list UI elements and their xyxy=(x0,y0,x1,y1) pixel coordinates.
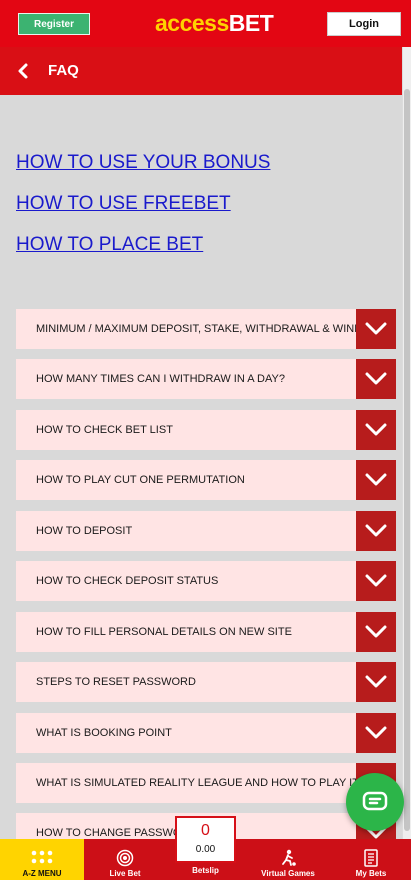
faq-question: HOW TO CHECK BET LIST xyxy=(36,424,173,436)
nav-live-bet[interactable]: Live Bet xyxy=(84,839,166,880)
logo-part-access: access xyxy=(155,10,229,36)
chat-button[interactable] xyxy=(346,773,404,831)
grid-dots-icon xyxy=(31,850,53,864)
faq-question: STEPS TO RESET PASSWORD xyxy=(36,676,196,688)
page-title: FAQ xyxy=(48,62,79,79)
chevron-down-icon[interactable] xyxy=(356,662,396,702)
faq-question: MINIMUM / MAXIMUM DEPOSIT, STAKE, WITHDR… xyxy=(36,323,382,335)
link-use-freebet[interactable]: HOW TO USE FREEBET xyxy=(16,193,231,215)
faq-item[interactable]: HOW TO CHECK DEPOSIT STATUS xyxy=(16,561,396,601)
chevron-down-icon[interactable] xyxy=(356,309,396,349)
faq-question: HOW TO DEPOSIT xyxy=(36,525,133,537)
faq-item[interactable]: HOW MANY TIMES CAN I WITHDRAW IN A DAY? xyxy=(16,359,396,399)
betslip-count: 0 xyxy=(201,822,210,839)
chevron-down-icon[interactable] xyxy=(356,713,396,753)
faq-question: HOW TO CHECK DEPOSIT STATUS xyxy=(36,575,219,587)
chevron-down-icon[interactable] xyxy=(356,410,396,450)
nav-az-menu[interactable]: A-Z MENU xyxy=(0,839,84,880)
faq-question: HOW MANY TIMES CAN I WITHDRAW IN A DAY? xyxy=(36,373,285,385)
back-arrow-icon[interactable] xyxy=(16,62,30,80)
nav-label: My Bets xyxy=(355,869,387,878)
faq-question: HOW TO FILL PERSONAL DETAILS ON NEW SITE xyxy=(36,626,292,638)
faq-item[interactable]: HOW TO PLAY CUT ONE PERMUTATION xyxy=(16,460,396,500)
link-place-bet[interactable]: HOW TO PLACE BET xyxy=(16,234,203,256)
betslip-counter[interactable]: 0 0.00 xyxy=(175,816,236,863)
live-icon xyxy=(116,849,134,867)
scrollbar[interactable] xyxy=(402,47,411,839)
faq-item[interactable]: HOW TO CHECK BET LIST xyxy=(16,410,396,450)
register-button[interactable]: Register xyxy=(18,13,90,35)
scrollbar-thumb[interactable] xyxy=(404,89,410,831)
faq-question: WHAT IS SIMULATED REALITY LEAGUE AND HOW… xyxy=(36,777,359,789)
faq-item[interactable]: STEPS TO RESET PASSWORD xyxy=(16,662,396,702)
bet-slip-list-icon xyxy=(364,849,378,867)
nav-my-bets[interactable]: My Bets xyxy=(331,839,411,880)
faq-item[interactable]: WHAT IS SIMULATED REALITY LEAGUE AND HOW… xyxy=(16,763,396,803)
faq-question: WHAT IS BOOKING POINT xyxy=(36,727,172,739)
chevron-down-icon[interactable] xyxy=(356,460,396,500)
link-use-bonus[interactable]: HOW TO USE YOUR BONUS xyxy=(16,152,270,174)
chevron-down-icon[interactable] xyxy=(356,511,396,551)
faq-question: HOW TO PLAY CUT ONE PERMUTATION xyxy=(36,474,245,486)
accessbet-logo[interactable]: accessBET xyxy=(155,10,274,36)
nav-label: A-Z MENU xyxy=(22,869,62,878)
chat-icon xyxy=(362,791,388,811)
top-bar: Register accessBET Login xyxy=(0,0,411,47)
login-button[interactable]: Login xyxy=(327,12,401,36)
football-player-icon xyxy=(282,849,296,866)
faq-item[interactable]: HOW TO FILL PERSONAL DETAILS ON NEW SITE xyxy=(16,612,396,652)
logo-part-bet: BET xyxy=(228,10,274,36)
faq-item[interactable]: WHAT IS BOOKING POINT xyxy=(16,713,396,753)
nav-virtual-games[interactable]: Virtual Games xyxy=(245,839,331,880)
faq-item[interactable]: MINIMUM / MAXIMUM DEPOSIT, STAKE, WITHDR… xyxy=(16,309,396,349)
page-header: FAQ xyxy=(0,47,402,95)
chevron-down-icon[interactable] xyxy=(356,359,396,399)
chevron-down-icon[interactable] xyxy=(356,561,396,601)
chevron-down-icon[interactable] xyxy=(356,612,396,652)
faq-item[interactable]: HOW TO DEPOSIT xyxy=(16,511,396,551)
betslip-amount: 0.00 xyxy=(195,844,216,855)
nav-label: Live Bet xyxy=(109,869,141,878)
nav-label: Virtual Games xyxy=(261,869,315,878)
nav-betslip-label[interactable]: Betslip xyxy=(175,866,236,875)
